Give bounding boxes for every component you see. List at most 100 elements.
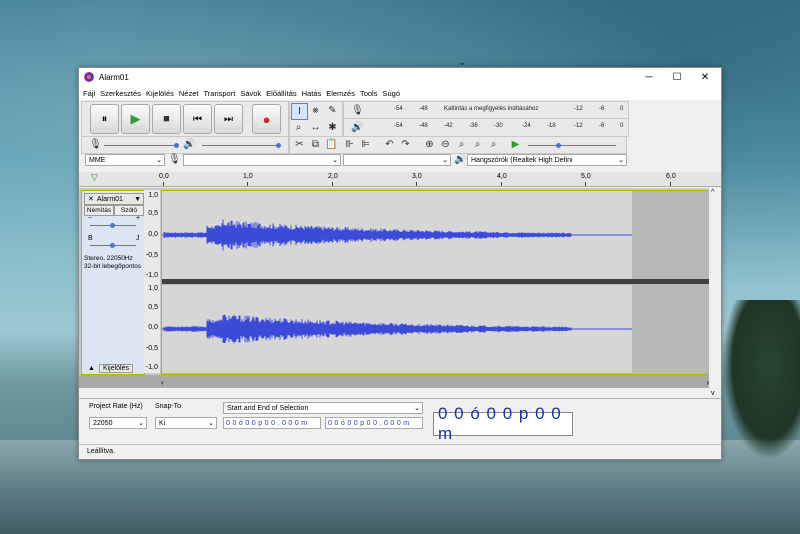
multi-tool-icon[interactable]: ✱ <box>325 120 340 135</box>
snap-to-select[interactable]: Ki ⌄ <box>155 417 217 429</box>
envelope-tool-icon[interactable]: ⨳ <box>308 103 323 118</box>
close-button[interactable]: ✕ <box>691 68 719 86</box>
audacity-icon <box>84 72 94 82</box>
chevron-down-icon: ⌄ <box>156 157 162 164</box>
right-channel[interactable] <box>162 285 632 373</box>
track-menu-chevron-icon[interactable]: ▼ <box>134 196 141 203</box>
recording-channels-select[interactable]: ⌄ <box>343 154 451 166</box>
maximize-button[interactable]: ☐ <box>663 68 691 86</box>
timeshift-tool-icon[interactable]: ↔ <box>308 120 323 135</box>
trim-icon[interactable]: ⊪ <box>342 137 357 152</box>
pan-slider[interactable] <box>90 243 136 248</box>
window-title: Alarm01 <box>99 72 129 82</box>
silence-icon[interactable]: ⊫ <box>358 137 373 152</box>
menu-transport[interactable]: Transport <box>202 89 239 98</box>
record-meter-label: -6 <box>599 106 605 112</box>
ruler-label: 5,0 <box>581 173 591 180</box>
record-button[interactable]: ● <box>252 104 281 134</box>
fit-selection-icon[interactable]: ⌕ <box>454 137 469 152</box>
zoom-tool-icon[interactable]: ⌕ <box>291 120 306 135</box>
zoom-out-icon[interactable]: ⊖ <box>438 137 453 152</box>
record-meter-prompt: Kattintás a megfigyelés indításához <box>444 106 539 112</box>
play-meter-toolbar[interactable]: 🔊 -54 -48 -42 -36 -30 -24 -18 -12 -6 0 <box>343 118 629 137</box>
selection-start-time[interactable]: 0 0 ó 0 0 p 0 0 . 0 0 0 m <box>223 417 321 429</box>
record-meter-label: -48 <box>419 106 428 112</box>
menu-edit[interactable]: Szerkesztés <box>99 89 145 98</box>
record-icon: ● <box>262 111 271 127</box>
audio-host-select[interactable]: MME ⌄ <box>85 154 165 166</box>
scroll-left-icon[interactable]: ‹ <box>161 378 164 387</box>
track-select-button[interactable]: Kijelölés <box>98 363 134 373</box>
menu-analyze[interactable]: Elemzés <box>325 89 359 98</box>
minimize-button[interactable]: ─ <box>635 68 663 86</box>
track-name-bar[interactable]: ✕ Alarm01 ▼ <box>84 193 144 205</box>
track-select-bar[interactable]: ▲ Kijelölés <box>84 363 142 373</box>
copy-icon[interactable]: ⧉ <box>308 137 323 152</box>
selection-mode-select[interactable]: Start and End of Selection ⌄ <box>223 402 423 414</box>
menu-view[interactable]: Nézet <box>178 89 203 98</box>
collapse-icon[interactable]: ▲ <box>84 365 99 372</box>
skip-to-end-button[interactable]: ⏭ <box>214 104 243 134</box>
recording-device-select[interactable]: ⌄ <box>183 154 341 166</box>
vertical-scrollbar[interactable]: ^ v <box>709 188 721 398</box>
ruler-label: 0,0 <box>159 173 169 180</box>
playback-volume-icon: 🔊 <box>183 139 196 150</box>
desktop-tree <box>722 300 800 460</box>
audio-clip[interactable] <box>161 190 711 375</box>
scroll-right-icon[interactable]: › <box>706 378 709 387</box>
scroll-up-icon[interactable]: ^ <box>711 189 714 196</box>
audacity-window: Alarm01 ─ ☐ ✕ Fájl Szerkesztés Kijelölés… <box>78 67 722 460</box>
left-channel[interactable] <box>162 191 632 279</box>
record-meter-scale[interactable]: -54 -48 Kattintás a megfigyelés indításá… <box>374 104 624 114</box>
menu-tracks[interactable]: Sávok <box>239 89 265 98</box>
play-meter-label: -18 <box>547 123 556 129</box>
selection-end-time[interactable]: 0 0 ó 0 0 p 0 0 . 0 0 0 m <box>325 417 423 429</box>
menu-generate[interactable]: Előállítás <box>265 89 300 98</box>
play-meter-label: -54 <box>394 123 403 129</box>
timeline-ruler[interactable]: ▽ 0,0 1,0 2,0 3,0 4,0 5,0 6,0 <box>79 172 721 187</box>
amplitude-scale: 1,0 0,5 0,0 -0,5 -1,0 1,0 0,5 0,0 -0,5 -… <box>144 190 160 373</box>
play-meter-scale[interactable]: -54 -48 -42 -36 -30 -24 -18 -12 -6 0 <box>374 121 624 131</box>
mixer-toolbar: 🎙 🔊 <box>81 136 289 154</box>
track-name: Alarm01 <box>96 195 123 203</box>
draw-tool-icon[interactable]: ✎ <box>325 103 340 118</box>
menu-help[interactable]: Súgó <box>381 89 404 98</box>
scale-label: 1,0 <box>148 285 158 292</box>
menu-effect[interactable]: Hatás <box>301 89 326 98</box>
snap-to-label: Snap-To <box>155 403 182 410</box>
chevron-down-icon: ⌄ <box>414 405 420 412</box>
playback-device-select[interactable]: Hangszórók (Realtek High Defini ⌄ <box>467 154 627 166</box>
horizontal-scrollbar[interactable]: ‹ › <box>161 378 709 388</box>
play-button[interactable]: ▶ <box>121 104 150 134</box>
menu-select[interactable]: Kijelölés <box>145 89 178 98</box>
pause-button[interactable]: ⏸ <box>90 104 119 134</box>
skip-to-start-button[interactable]: ⏮ <box>183 104 212 134</box>
close-track-icon[interactable]: ✕ <box>85 195 97 203</box>
menu-tools[interactable]: Tools <box>359 89 382 98</box>
project-rate-select[interactable]: 22050 ⌄ <box>89 417 147 429</box>
selection-tool-icon[interactable]: I <box>291 103 308 120</box>
ruler-label: 3,0 <box>412 173 422 180</box>
scroll-down-icon[interactable]: v <box>711 390 715 397</box>
zoom-toggle-icon[interactable]: ⌕ <box>486 137 501 152</box>
ruler-tick <box>416 182 417 186</box>
play-speed-slider[interactable] <box>528 143 616 148</box>
audio-position-display[interactable]: 0 0 ó 0 0 p 0 0 m <box>433 404 573 443</box>
play-at-speed-icon[interactable]: ▶ <box>508 137 523 152</box>
scale-label: -1,0 <box>145 272 158 279</box>
zoom-in-icon[interactable]: ⊕ <box>422 137 437 152</box>
playback-volume-slider[interactable] <box>202 143 281 148</box>
playback-device-value: Hangszórók (Realtek High Defini <box>471 156 573 164</box>
stop-button[interactable]: ■ <box>152 104 181 134</box>
chevron-down-icon: ⌄ <box>332 157 338 164</box>
fit-project-icon[interactable]: ⌕ <box>470 137 485 152</box>
record-volume-slider[interactable] <box>104 143 179 148</box>
gain-slider[interactable] <box>90 223 136 228</box>
undo-icon[interactable]: ↶ <box>382 137 397 152</box>
track-area: ✕ Alarm01 ▼ Némítás Szóló − + B J Stereo… <box>79 188 711 375</box>
redo-icon[interactable]: ↷ <box>398 137 413 152</box>
ruler-label: 2,0 <box>328 173 338 180</box>
cut-icon[interactable]: ✂ <box>292 137 307 152</box>
menu-file[interactable]: Fájl <box>82 89 99 98</box>
paste-icon[interactable]: 📋 <box>324 137 339 152</box>
